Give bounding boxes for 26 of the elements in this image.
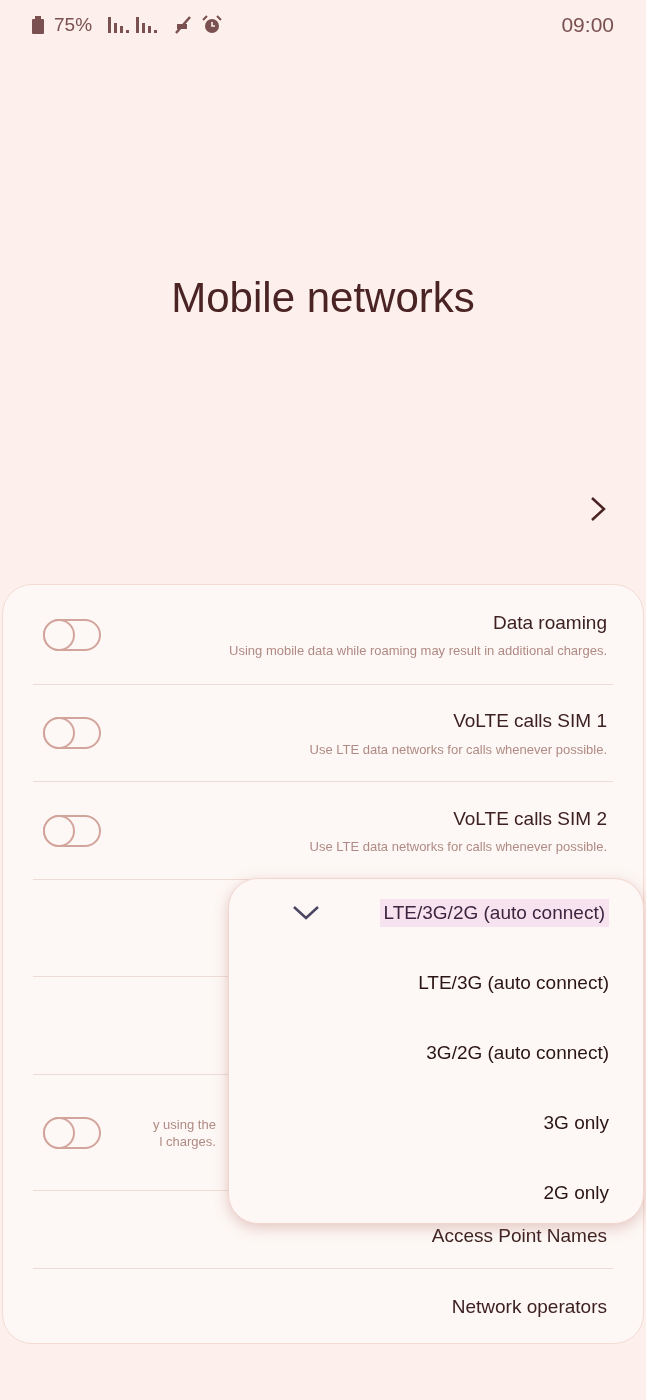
toggle-switch[interactable] xyxy=(43,814,101,847)
toggle-switch[interactable] xyxy=(43,618,101,651)
setting-title: Data roaming xyxy=(492,610,607,635)
alarm-icon xyxy=(202,15,223,35)
setting-description-fragment: y using the xyxy=(153,1116,216,1132)
toggle-switch[interactable] xyxy=(43,717,101,749)
chevron-right-icon[interactable] xyxy=(590,496,606,522)
dropdown-option[interactable]: 3G only xyxy=(229,1088,643,1158)
dropdown-option[interactable]: 3G/2G (auto connect) xyxy=(229,1018,643,1088)
setting-title: VoLTE calls SIM 1 xyxy=(453,709,607,733)
clock: 09:00 xyxy=(561,12,614,39)
muted-icon xyxy=(174,16,193,34)
page-title: Mobile networks xyxy=(171,273,475,323)
dropdown-option[interactable]: 2G only xyxy=(229,1158,643,1228)
setting-description-fragment: l charges. xyxy=(158,1133,216,1149)
battery-icon xyxy=(32,16,44,34)
chevron-down-icon xyxy=(291,905,320,921)
setting-description: Use LTE data networks for calls whenever possible. xyxy=(309,740,607,759)
setting-description: Use LTE data networks for calls whenever possible. xyxy=(309,838,607,856)
toggle-switch[interactable] xyxy=(43,1116,101,1149)
battery-percentage: 75% xyxy=(54,12,93,37)
setting-description: Using mobile data while roaming may result in additional charges. xyxy=(229,642,607,660)
dropdown-option[interactable]: LTE/3G/2G (auto connect) xyxy=(229,891,643,935)
dropdown-option[interactable]: LTE/3G (auto connect) xyxy=(229,948,643,1018)
setting-title[interactable]: Network operators xyxy=(451,1292,607,1322)
setting-title: VoLTE calls SIM 2 xyxy=(453,806,607,831)
